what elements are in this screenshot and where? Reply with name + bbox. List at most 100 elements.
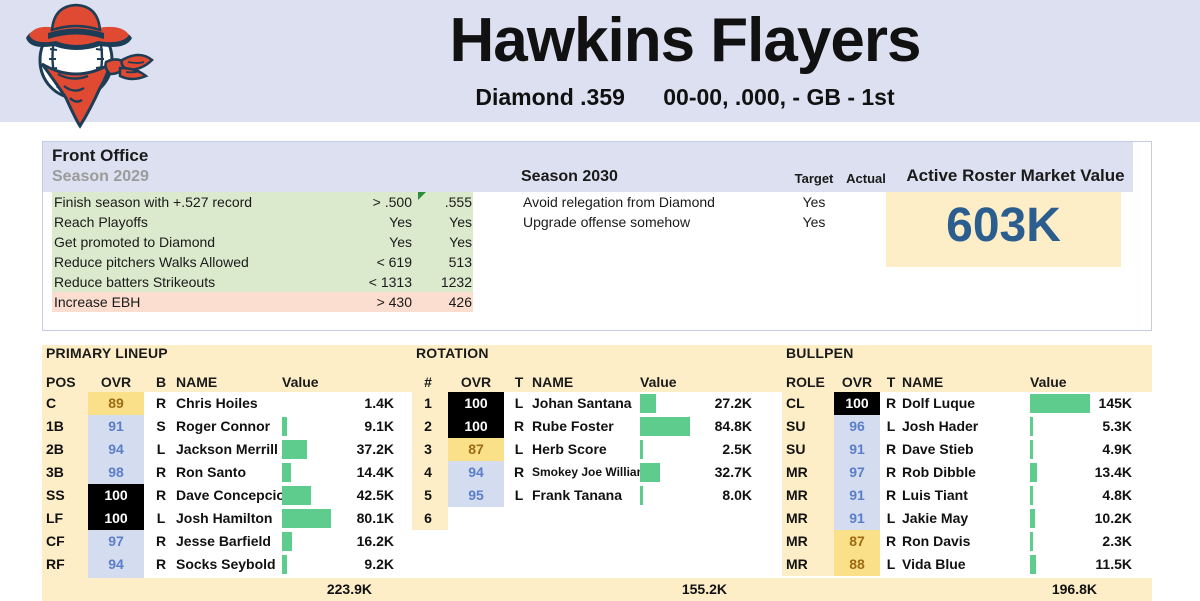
player-name[interactable]: Dolf Luque xyxy=(902,392,975,415)
player-position: 4 xyxy=(424,464,432,480)
player-value: 27.2K xyxy=(714,395,752,411)
lineup-total-value: 223.9K xyxy=(326,581,372,597)
goal-actual: 426 xyxy=(448,294,472,310)
goal-target: > 430 xyxy=(376,294,412,310)
player-handedness: L xyxy=(886,556,896,572)
goal-actual: 1232 xyxy=(440,274,472,290)
table-row[interactable]: MR 91 L Jakie May 10.2K xyxy=(782,507,1152,530)
front-office-title: Front Office xyxy=(52,146,149,165)
table-row[interactable]: MR 97 R Rob Dibble 13.4K xyxy=(782,461,1152,484)
goal-label: Avoid relegation from Diamond xyxy=(523,194,715,210)
table-row[interactable]: 2 100 R Rube Foster 84.8K xyxy=(412,415,782,438)
bullpen-total-value: 196.8K xyxy=(1051,581,1097,597)
table-row[interactable]: SU 96 L Josh Hader 5.3K xyxy=(782,415,1152,438)
player-name[interactable]: Jackson Merrill xyxy=(176,438,278,461)
table-row[interactable]: 5 95 L Frank Tanana 8.0K xyxy=(412,484,782,507)
table-row[interactable]: MR 91 R Luis Tiant 4.8K xyxy=(782,484,1152,507)
player-name[interactable]: Frank Tanana xyxy=(532,484,622,507)
player-value: 1.4K xyxy=(364,395,394,411)
goal-actual: Yes xyxy=(449,234,472,250)
player-name[interactable]: Josh Hader xyxy=(902,415,978,438)
goal-label: Increase EBH xyxy=(54,294,141,310)
player-position: CF xyxy=(46,533,65,549)
player-name[interactable]: Smokey Joe Williams xyxy=(532,461,654,484)
player-handedness: L xyxy=(156,510,166,526)
table-row[interactable]: MR 87 R Ron Davis 2.3K xyxy=(782,530,1152,553)
player-position: 3B xyxy=(46,464,64,480)
player-name[interactable]: Ron Santo xyxy=(176,461,246,484)
player-overall-rating: 87 xyxy=(448,438,504,461)
player-name[interactable]: Jakie May xyxy=(902,507,968,530)
player-name[interactable]: Dave Concepcion xyxy=(176,484,293,507)
player-position: 2B xyxy=(46,441,64,457)
table-row[interactable]: C 89 R Chris Hoiles 1.4K xyxy=(42,392,412,415)
player-value: 4.9K xyxy=(1102,441,1132,457)
table-row[interactable]: 6 xyxy=(412,507,782,530)
player-value: 37.2K xyxy=(356,441,394,457)
player-value: 32.7K xyxy=(714,464,752,480)
goal-label: Upgrade offense somehow xyxy=(523,214,691,230)
player-name[interactable]: Josh Hamilton xyxy=(176,507,272,530)
player-value: 8.0K xyxy=(722,487,752,503)
table-row[interactable]: 2B 94 L Jackson Merrill 37.2K xyxy=(42,438,412,461)
goal-actual: 513 xyxy=(448,254,472,270)
table-row[interactable]: SU 91 R Dave Stieb 4.9K xyxy=(782,438,1152,461)
table-row[interactable]: CL 100 R Dolf Luque 145K xyxy=(782,392,1152,415)
player-overall-rating: 89 xyxy=(88,392,144,415)
player-position: 1 xyxy=(424,395,432,411)
value-bar xyxy=(1030,440,1033,459)
player-overall-rating: 100 xyxy=(834,392,880,415)
goal-label: Reach Playoffs xyxy=(54,214,148,230)
actual-column-header: Actual xyxy=(846,171,886,186)
player-name[interactable]: Roger Connor xyxy=(176,415,270,438)
value-bar xyxy=(1030,532,1033,551)
value-bar xyxy=(640,486,643,505)
section-title: BULLPEN xyxy=(786,345,854,361)
player-position: SS xyxy=(46,487,65,503)
table-row[interactable]: MR 88 L Vida Blue 11.5K xyxy=(782,553,1152,576)
goal-label: Reduce batters Strikeouts xyxy=(54,274,216,290)
value-bar xyxy=(1030,509,1035,528)
market-value-box: 603K xyxy=(886,192,1121,267)
table-row[interactable]: 1B 91 S Roger Connor 9.1K xyxy=(42,415,412,438)
table-row[interactable]: SS 100 R Dave Concepcion 42.5K xyxy=(42,484,412,507)
goal-target: < 619 xyxy=(376,254,412,270)
player-handedness: L xyxy=(514,395,524,411)
player-value: 13.4K xyxy=(1094,464,1132,480)
table-row[interactable]: RF 94 R Socks Seybold 9.2K xyxy=(42,553,412,576)
player-overall-rating: 97 xyxy=(834,461,880,484)
player-name[interactable]: Luis Tiant xyxy=(902,484,968,507)
player-name[interactable]: Herb Score xyxy=(532,438,607,461)
player-overall-rating: 100 xyxy=(88,484,144,507)
value-bar xyxy=(640,463,660,482)
table-row[interactable]: LF 100 L Josh Hamilton 80.1K xyxy=(42,507,412,530)
player-position: C xyxy=(46,395,57,411)
player-name[interactable]: Ron Davis xyxy=(902,530,970,553)
player-handedness: R xyxy=(885,487,897,503)
table-row[interactable]: 1 100 L Johan Santana 27.2K xyxy=(412,392,782,415)
player-name[interactable]: Chris Hoiles xyxy=(176,392,258,415)
player-overall-rating: 100 xyxy=(448,415,504,438)
market-value-title: Active Roster Market Value xyxy=(906,166,1125,185)
player-rows: C 89 R Chris Hoiles 1.4K 1B 91 S Roger Connor 9.1… xyxy=(42,392,412,599)
player-position: LF xyxy=(46,510,64,526)
player-overall-rating: 91 xyxy=(88,415,144,438)
player-value: 4.8K xyxy=(1102,487,1132,503)
player-handedness: R xyxy=(513,464,525,480)
player-name[interactable]: Rob Dibble xyxy=(902,461,976,484)
player-name[interactable]: Dave Stieb xyxy=(902,438,974,461)
player-position: MR xyxy=(786,464,808,480)
player-name[interactable]: Rube Foster xyxy=(532,415,614,438)
table-row[interactable]: 3B 98 R Ron Santo 14.4K xyxy=(42,461,412,484)
player-handedness: R xyxy=(155,556,167,572)
player-name[interactable]: Jesse Barfield xyxy=(176,530,271,553)
player-name[interactable]: Johan Santana xyxy=(532,392,632,415)
player-position: 1B xyxy=(46,418,64,434)
table-row[interactable]: 3 87 L Herb Score 2.5K xyxy=(412,438,782,461)
player-handedness: S xyxy=(156,418,166,434)
table-row[interactable]: 4 94 R Smokey Joe Williams 32.7K xyxy=(412,461,782,484)
player-name[interactable]: Socks Seybold xyxy=(176,553,276,576)
player-overall-rating: 94 xyxy=(448,461,504,484)
player-name[interactable]: Vida Blue xyxy=(902,553,966,576)
table-row[interactable]: CF 97 R Jesse Barfield 16.2K xyxy=(42,530,412,553)
